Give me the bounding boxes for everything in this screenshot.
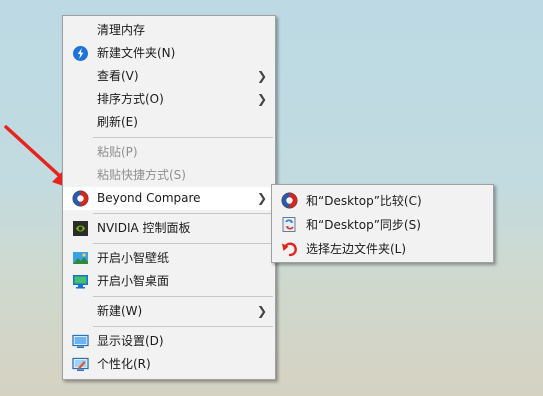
menu-separator — [93, 213, 273, 214]
menu-item-label: 粘贴(P) — [97, 145, 138, 159]
menu-separator — [93, 243, 273, 244]
menu-item-label: 排序方式(O) — [97, 92, 164, 106]
menu-item-new[interactable]: 新建(W) ❯ — [63, 300, 275, 323]
desktop-monitor-icon — [73, 275, 88, 289]
sync-icon — [282, 217, 296, 232]
beyond-compare-submenu: 和“Desktop”比较(C) 和“Desktop”同步(S) 选择左边文件夹(… — [271, 184, 494, 263]
menu-item-nvidia-control-panel[interactable]: NVIDIA 控制面板 — [63, 217, 275, 240]
chevron-right-icon: ❯ — [256, 304, 267, 318]
menu-item-open-desktop[interactable]: 开启小智桌面 — [63, 270, 275, 293]
display-icon — [72, 334, 89, 348]
menu-item-refresh[interactable]: 刷新(E) — [63, 111, 275, 134]
submenu-item-label: 和“Desktop”比较(C) — [306, 194, 422, 208]
menu-item-label: 开启小智桌面 — [97, 274, 170, 288]
menu-item-label: 粘贴快捷方式(S) — [97, 168, 186, 182]
submenu-item-label: 和“Desktop”同步(S) — [306, 218, 421, 232]
menu-item-paste[interactable]: 粘贴(P) — [63, 141, 275, 164]
menu-separator — [93, 296, 273, 297]
menu-item-label: 刷新(E) — [97, 115, 138, 129]
menu-item-paste-shortcut[interactable]: 粘贴快捷方式(S) — [63, 164, 275, 187]
chevron-right-icon: ❯ — [256, 92, 267, 106]
menu-item-label: 新建文件夹(N) — [97, 46, 176, 60]
personalize-icon — [72, 357, 89, 371]
desktop-context-menu: 清理内存 新建文件夹(N) 查看(V) ❯ 排序方式(O) ❯ 刷新(E) 粘贴… — [62, 15, 276, 380]
menu-item-label: Beyond Compare — [97, 191, 201, 205]
menu-item-clean-memory[interactable]: 清理内存 — [63, 19, 275, 42]
menu-item-new-folder[interactable]: 新建文件夹(N) — [63, 42, 275, 65]
menu-item-beyond-compare[interactable]: Beyond Compare ❯ — [63, 187, 275, 210]
menu-item-label: 显示设置(D) — [97, 334, 164, 348]
blue-circle-folder-icon — [73, 46, 88, 61]
menu-item-label: 个性化(R) — [97, 357, 151, 371]
nvidia-icon — [73, 221, 88, 236]
menu-item-label: 新建(W) — [97, 304, 143, 318]
menu-item-display-settings[interactable]: 显示设置(D) — [63, 330, 275, 353]
beyond-compare-icon — [281, 192, 298, 209]
submenu-item-sync-with-desktop[interactable]: 和“Desktop”同步(S) — [272, 213, 493, 237]
menu-separator — [93, 326, 273, 327]
chevron-right-icon: ❯ — [256, 191, 267, 205]
wallpaper-icon — [73, 252, 88, 264]
menu-item-personalize[interactable]: 个性化(R) — [63, 353, 275, 376]
menu-item-open-wallpaper[interactable]: 开启小智壁纸 — [63, 247, 275, 270]
submenu-item-select-left-folder[interactable]: 选择左边文件夹(L) — [272, 237, 493, 261]
menu-separator — [93, 137, 273, 138]
menu-item-sort-by[interactable]: 排序方式(O) ❯ — [63, 88, 275, 111]
menu-item-label: 查看(V) — [97, 69, 139, 83]
undo-arrow-icon — [282, 242, 297, 257]
beyond-compare-icon — [72, 190, 89, 207]
chevron-right-icon: ❯ — [256, 69, 267, 83]
submenu-item-compare-with-desktop[interactable]: 和“Desktop”比较(C) — [272, 189, 493, 213]
menu-item-label: 开启小智壁纸 — [97, 251, 170, 265]
menu-item-label: 清理内存 — [97, 23, 146, 37]
menu-item-label: NVIDIA 控制面板 — [97, 221, 191, 235]
menu-item-view[interactable]: 查看(V) ❯ — [63, 65, 275, 88]
submenu-item-label: 选择左边文件夹(L) — [306, 242, 407, 256]
